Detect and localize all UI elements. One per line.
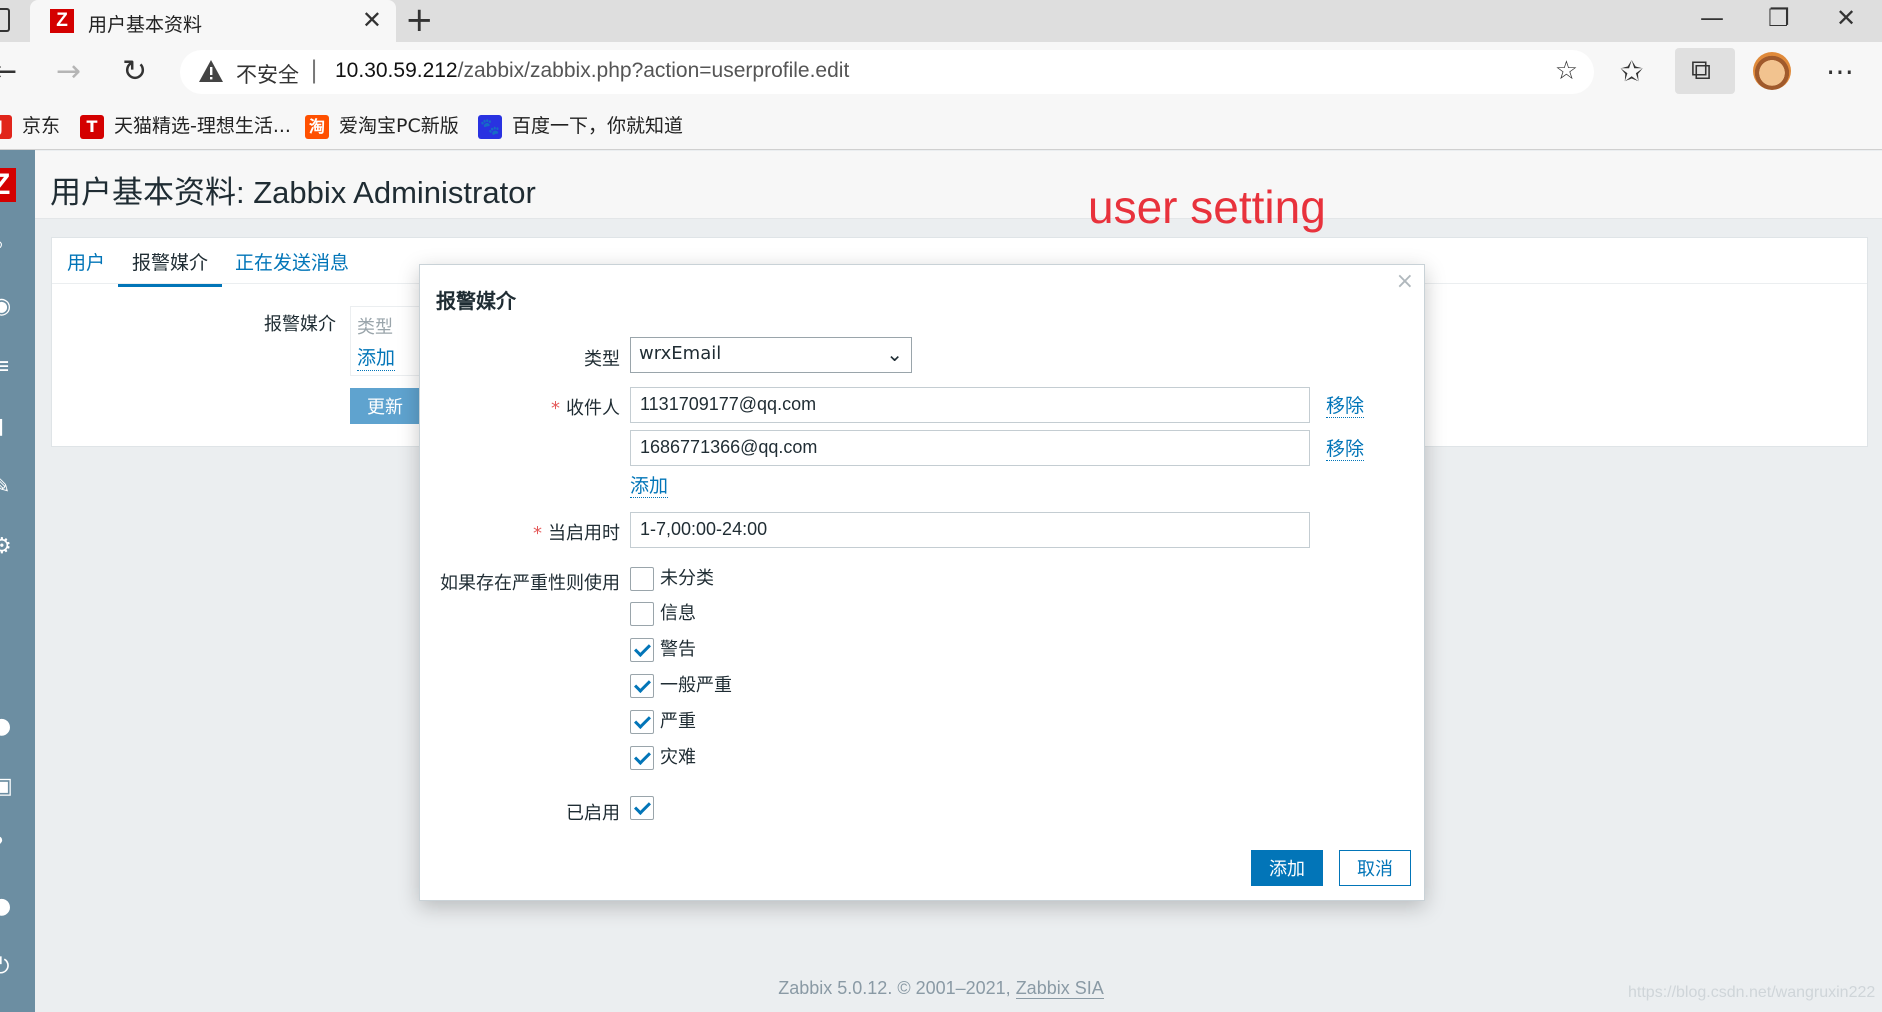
add-favorite-icon[interactable]: ☆	[1555, 56, 1578, 86]
support-icon[interactable]: ●	[0, 716, 16, 738]
sign-out-icon[interactable]: ⏻	[0, 956, 16, 978]
bookmarks-bar: J 京东 T 天猫精选-理想生活... 淘爱淘宝PC新版 🐾 百度一下，你就知道	[0, 102, 1882, 150]
url-field[interactable]: 不安全 | 10.30.59.212/zabbix/zabbix.php?act…	[180, 50, 1594, 94]
bookmark-label: 百度一下，你就知道	[512, 115, 684, 137]
inventory-list-icon[interactable]: ≡	[0, 356, 16, 378]
bookmark-label: 京东	[22, 115, 61, 137]
new-tab-icon[interactable]: +	[405, 2, 434, 38]
remove-recipient-1-link[interactable]: 移除	[1326, 395, 1365, 418]
monitoring-eye-icon[interactable]: ◉	[0, 296, 16, 318]
configuration-wrench-icon[interactable]: ✎	[0, 476, 16, 498]
window-close-icon[interactable]: ✕	[1836, 4, 1856, 32]
cancel-button[interactable]: 取消	[1339, 850, 1411, 886]
reload-icon[interactable]: ↻	[122, 52, 147, 92]
taobao-icon: 淘	[305, 114, 329, 139]
url-host: 10.30.59.212	[335, 59, 458, 82]
reports-icon[interactable]: ▮	[0, 416, 16, 438]
enabled-checkbox[interactable]	[630, 796, 654, 820]
dialog-title: 报警媒介	[436, 289, 516, 313]
tab-close-icon[interactable]: ✕	[362, 6, 382, 34]
more-menu-icon[interactable]: ⋯	[1826, 54, 1854, 90]
tmall-icon: T	[80, 114, 104, 139]
type-select-value: wrxEmail	[639, 343, 722, 364]
minimize-icon[interactable]: —	[1700, 4, 1724, 32]
bookmark-label: 天猫精选-理想生活...	[114, 115, 291, 137]
zabbix-sidebar: Z ⌕ ◉ ≡ ▮ ✎ ⚙ ● ▣ ? ● ⏻	[0, 150, 35, 1012]
url-separator: |	[310, 56, 319, 84]
severity-checkbox-4[interactable]	[630, 710, 654, 734]
warning-icon	[199, 60, 223, 82]
url-path: /zabbix/zabbix.php?action=userprofile.ed…	[457, 59, 850, 82]
favorites-icon[interactable]: ✩	[1620, 54, 1643, 90]
bookmark-taobao[interactable]: 淘爱淘宝PC新版	[305, 112, 459, 140]
severity-checkbox-0[interactable]	[630, 567, 654, 591]
profile-avatar[interactable]	[1753, 52, 1791, 90]
browser-tab-active[interactable]: Z 用户基本资料 ✕	[30, 0, 396, 42]
forward-icon[interactable]: →	[56, 52, 81, 92]
media-dialog: 报警媒介 × 类型 wrxEmail ⌄ * 收件人 1131709177@qq.…	[419, 264, 1425, 901]
add-recipient-link[interactable]: 添加	[630, 475, 669, 498]
bookmark-label: 爱淘宝PC新版	[339, 115, 459, 137]
chevron-down-icon: ⌄	[886, 342, 903, 366]
severity-checkbox-3[interactable]	[630, 674, 654, 698]
recipient-label-text: 收件人	[566, 398, 620, 419]
type-select[interactable]: wrxEmail ⌄	[630, 337, 912, 373]
add-button[interactable]: 添加	[1251, 850, 1323, 886]
severity-checkbox-1[interactable]	[630, 602, 654, 626]
baidu-icon: 🐾	[478, 114, 502, 139]
required-marker: *	[551, 398, 560, 419]
bookmark-tmall[interactable]: T 天猫精选-理想生活...	[80, 112, 291, 140]
severity-label-4: 严重	[660, 711, 696, 732]
insecure-label: 不安全	[236, 63, 299, 87]
administration-gear-icon[interactable]: ⚙	[0, 536, 16, 558]
back-icon[interactable]: ←	[0, 52, 17, 92]
severity-label-3: 一般严重	[660, 675, 732, 696]
url-text: 10.30.59.212/zabbix/zabbix.php?action=us…	[335, 59, 849, 83]
dialog-close-icon[interactable]: ×	[1396, 269, 1414, 294]
user-profile-icon[interactable]: ●	[0, 896, 16, 918]
when-active-label-text: 当启用时	[548, 523, 620, 544]
bookmark-baidu[interactable]: 🐾 百度一下，你就知道	[478, 112, 683, 140]
restore-icon[interactable]: ❐	[1768, 4, 1790, 32]
severity-checkbox-2[interactable]	[630, 638, 654, 662]
recipient-input-1[interactable]: 1131709177@qq.com	[630, 387, 1310, 423]
severity-label: 如果存在严重性则使用	[440, 573, 620, 594]
severity-label-5: 灾难	[660, 747, 696, 768]
previous-tab-icon[interactable]	[0, 8, 10, 32]
zabbix-logo-icon[interactable]: Z	[0, 168, 16, 202]
severity-label-0: 未分类	[660, 568, 714, 589]
when-active-label: * 当启用时	[420, 519, 620, 545]
share-icon[interactable]: ▣	[0, 776, 16, 798]
tab-title: 用户基本资料	[88, 14, 203, 36]
type-label: 类型	[584, 349, 620, 370]
enabled-label: 已启用	[566, 803, 620, 824]
recipient-input-2[interactable]: 1686771366@qq.com	[630, 430, 1310, 466]
browser-tab-bar: Z 用户基本资料 ✕ + — ❐ ✕	[0, 0, 1882, 42]
severity-checkbox-5[interactable]	[630, 746, 654, 770]
required-marker: *	[533, 523, 542, 544]
severity-label-1: 信息	[660, 603, 696, 624]
collections-icon: ⧉	[1691, 53, 1711, 86]
collections-button[interactable]: ⧉	[1675, 48, 1735, 94]
jd-icon: J	[0, 114, 12, 139]
search-icon[interactable]: ⌕	[0, 234, 16, 256]
address-bar-row: ← → ↻ 不安全 | 10.30.59.212/zabbix/zabbix.p…	[0, 42, 1882, 102]
bookmark-jd[interactable]: J 京东	[0, 112, 60, 140]
remove-recipient-2-link[interactable]: 移除	[1326, 438, 1365, 461]
zabbix-favicon-icon: Z	[50, 9, 74, 33]
help-icon[interactable]: ?	[0, 836, 16, 858]
when-active-input[interactable]: 1-7,00:00-24:00	[630, 512, 1310, 548]
severity-label-2: 警告	[660, 639, 696, 660]
recipient-label: * 收件人	[420, 394, 620, 420]
